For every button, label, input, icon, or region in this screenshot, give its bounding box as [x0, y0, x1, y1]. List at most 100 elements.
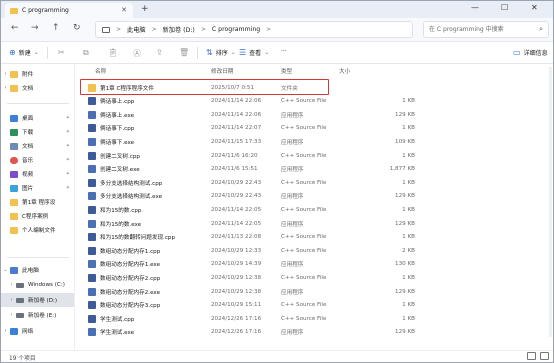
close-button[interactable]: ✕: [531, 3, 538, 12]
file-row[interactable]: 多分支选择结构测试.cpp 2024/10/29 22:43 C++ Source …: [85, 177, 425, 188]
file-size: 1 KB: [402, 98, 415, 105]
cut-button[interactable]: ✂: [58, 48, 68, 57]
folder-icon: [10, 198, 18, 206]
sidebar-item-personal-files[interactable]: 个人编制文件: [1, 223, 74, 237]
minimize-button[interactable]: —: [471, 3, 479, 12]
sidebar-item-downloads[interactable]: 下载 ✦: [1, 125, 74, 139]
file-row[interactable]: 和为15的数.cpp 2024/11/14 22:05 C++ Source Fil…: [85, 204, 425, 215]
search-icon: ⌕: [539, 25, 543, 33]
column-header-size[interactable]: 大小: [339, 67, 350, 75]
sidebar-item-label: 附件: [22, 72, 34, 78]
file-row[interactable]: 俩话事上.exe 2024/11/14 22:06 应用程序 129 KB: [85, 109, 425, 120]
sidebar-item-videos[interactable]: 视频 ✦: [1, 167, 74, 181]
search-input[interactable]: [424, 22, 534, 37]
sidebar-item-desktop[interactable]: 桌面 ✦: [1, 111, 74, 125]
breadcrumb-c-programming[interactable]: C programming: [212, 26, 260, 33]
sidebar-item-label: 图片: [22, 186, 34, 192]
file-row[interactable]: 创建二叉树.exe 2024/11/6 15:51 应用程序 1,877 KB: [85, 164, 425, 175]
file-type: C++ Source File: [281, 179, 327, 186]
search-box[interactable]: ⌕: [423, 21, 549, 38]
sidebar-item-attachments[interactable]: › 附件: [1, 67, 74, 81]
sidebar-item-pictures[interactable]: 图片 ✦: [1, 181, 74, 195]
sort-button[interactable]: ⇅ 排序 ⌄: [206, 48, 236, 57]
column-header-name[interactable]: 名称: [95, 67, 106, 75]
file-row[interactable]: 和为15的数.exe 2024/11/14 22:05 应用程序 129 KB: [85, 218, 425, 229]
file-row[interactable]: 多分支选择结构测试.exe 2024/10/29 22:43 应用程序 129 KB: [85, 191, 425, 202]
file-row[interactable]: 俩话事下.cpp 2024/11/14 22:07 C++ Source File 1…: [85, 123, 425, 134]
file-row[interactable]: 和为15的数翻转问题发现.cpp 2024/11/13 22:08 C++ Sour…: [85, 232, 425, 243]
file-name: 多分支选择结构测试.exe: [100, 194, 163, 201]
file-row[interactable]: 俩话事下.exe 2024/11/15 17:33 应用程序 109 KB: [85, 136, 425, 147]
cpp-file-icon: [88, 178, 96, 187]
vertical-scrollbar[interactable]: [549, 67, 552, 337]
up-button[interactable]: ↑: [52, 23, 60, 33]
file-row[interactable]: 数组动态分配内存1.exe 2024/10/29 14:39 应用程序 130 KB: [85, 259, 425, 270]
file-type: C++ Source File: [281, 247, 327, 254]
sidebar-item-chapter1[interactable]: 第1章 程序设: [1, 195, 74, 209]
sidebar-item-label: 第1章 程序设: [22, 200, 56, 206]
refresh-button[interactable]: ↻: [73, 23, 81, 33]
back-button[interactable]: ←: [11, 23, 19, 33]
file-date: 2024/11/14 22:06: [211, 98, 262, 105]
file-row[interactable]: 创建二叉树.cpp 2024/11/6 16:20 C++ Source File 1…: [85, 150, 425, 161]
tab-c-programming[interactable]: C programming ✕: [5, 3, 133, 18]
breadcrumb-drive-d[interactable]: 新加卷 (D:): [163, 25, 195, 34]
cpp-file-icon: [88, 246, 96, 255]
file-row[interactable]: 数组动态分配内存3.cpp 2024/10/29 15:11 C++ Source …: [85, 300, 425, 311]
new-tab-button[interactable]: +: [141, 4, 149, 14]
cut-icon: ✂: [58, 48, 65, 57]
breadcrumb-this-pc[interactable]: 此电脑: [127, 25, 146, 34]
file-date: 2024/11/15 17:33: [211, 138, 262, 145]
paste-button[interactable]: 📋︎: [108, 48, 121, 57]
sidebar-item-c-cases[interactable]: C程序案例: [1, 209, 74, 223]
sidebar-item-music[interactable]: 音乐 ✦: [1, 153, 74, 167]
file-date: 2024/11/13 22:08: [211, 234, 262, 241]
sidebar-item-drive-d[interactable]: › 新加卷 (D:): [1, 293, 74, 307]
drive-icon: [16, 312, 24, 318]
new-button[interactable]: ⊕ 新建 ⌄: [9, 48, 39, 57]
column-header-type[interactable]: 类型: [281, 67, 292, 75]
chevron-right-icon: ›: [4, 71, 7, 77]
details-button[interactable]: ▭ 详细信息: [513, 48, 548, 57]
sidebar-item-drive-e[interactable]: › 新加卷 (E:): [1, 308, 74, 322]
file-explorer-window: C programming ✕ + — ☐ ✕ ← → ↑ ↻ > 此电脑 > …: [0, 0, 554, 363]
file-name: 学生测试.cpp: [100, 316, 135, 323]
file-name: 和为15的数.cpp: [100, 207, 142, 214]
column-header-date[interactable]: 修改日期: [211, 67, 233, 75]
exe-file-icon: [88, 328, 96, 337]
file-date: 2024/11/14 22:07: [211, 125, 262, 132]
maximize-button[interactable]: ☐: [501, 3, 508, 12]
file-date: 2024/10/29 22:43: [211, 179, 262, 186]
rename-button[interactable]: Ⓐ: [133, 48, 144, 59]
file-date: 2024/11/14 22:06: [211, 111, 262, 118]
file-type: C++ Source File: [281, 274, 327, 281]
tab-close-icon[interactable]: ✕: [121, 6, 127, 14]
share-button[interactable]: ⇪: [156, 48, 166, 57]
sidebar-item-network[interactable]: › 网络: [1, 324, 74, 338]
file-row[interactable]: 学生测试.exe 2024/12/26 17:16 应用程序 129 KB: [85, 327, 425, 338]
sidebar-item-docs-folder[interactable]: › 文档: [1, 81, 74, 95]
sidebar-item-label: 下载: [22, 130, 34, 136]
sidebar-item-this-pc[interactable]: ⌄ 此电脑: [1, 263, 74, 277]
file-name: 俩话事上.cpp: [100, 99, 135, 106]
file-row[interactable]: 学生测试.cpp 2024/12/26 17:16 C++ Source File 1…: [85, 313, 425, 324]
file-row[interactable]: 数组动态分配内存2.exe 2024/10/29 12:38 应用程序 129 KB: [85, 286, 425, 297]
file-row[interactable]: 数组动态分配内存2.cpp 2024/10/29 12:38 C++ Source …: [85, 272, 425, 283]
tiles-view-button[interactable]: [540, 352, 549, 360]
exe-file-icon: [88, 165, 96, 174]
details-button-label: 详细信息: [523, 50, 548, 57]
forward-button[interactable]: →: [31, 23, 39, 33]
view-button[interactable]: ☰ 查看 ⌄: [239, 48, 269, 57]
more-button[interactable]: ···: [281, 48, 287, 55]
sidebar-item-documents[interactable]: 文档 ✦: [1, 139, 74, 153]
copy-button[interactable]: ⧉: [83, 48, 92, 58]
details-view-button[interactable]: [527, 352, 536, 360]
file-type: C++ Source File: [281, 315, 327, 322]
divider: [7, 103, 69, 104]
file-row[interactable]: 俩话事上.cpp 2024/11/14 22:06 C++ Source File 1…: [85, 96, 425, 107]
file-row[interactable]: 数组动态分配内存1.cpp 2024/10/29 12:33 C++ Source …: [85, 245, 425, 256]
file-name: 和为15的数.exe: [100, 221, 142, 228]
sidebar-item-drive-c[interactable]: › Windows (C:): [1, 278, 74, 292]
breadcrumb[interactable]: > 此电脑 > 新加卷 (D:) > C programming >: [95, 21, 413, 38]
delete-button[interactable]: 🗑︎: [179, 48, 192, 57]
